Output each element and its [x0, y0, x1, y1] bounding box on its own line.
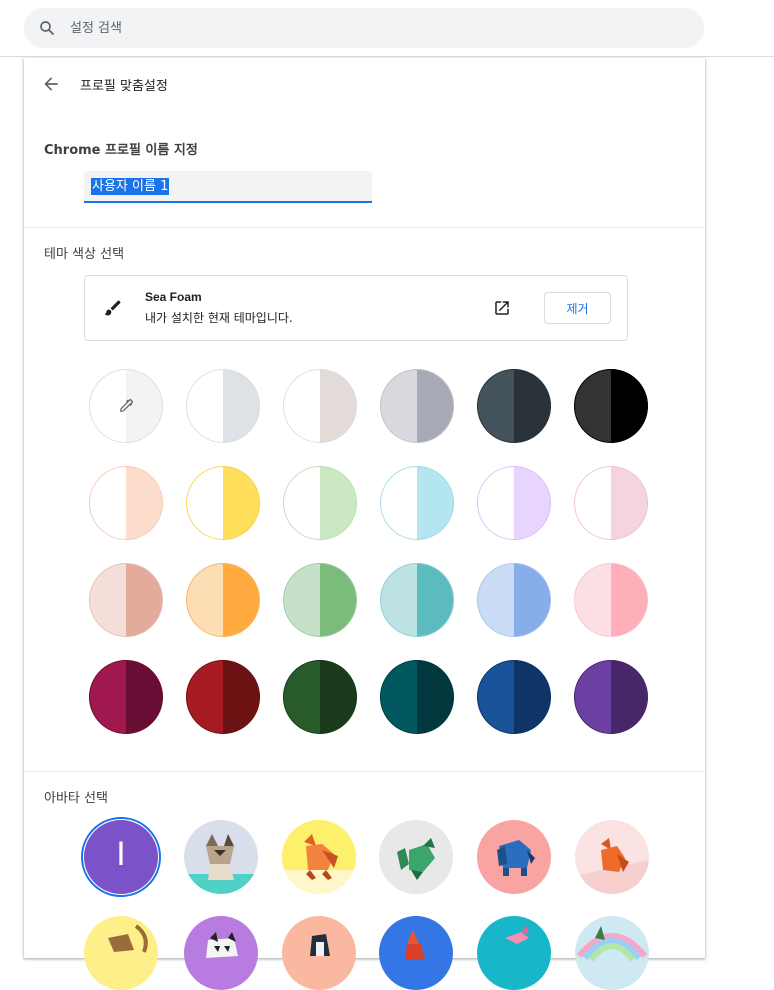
dragon-icon — [397, 838, 435, 880]
page-title: 프로필 맞춤설정 — [80, 79, 168, 94]
theme-color-swatch[interactable] — [89, 563, 163, 637]
back-arrow-icon[interactable] — [41, 74, 61, 94]
theme-color-swatch[interactable] — [574, 466, 648, 540]
swatch-border — [283, 660, 357, 734]
theme-description: 내가 설치한 현재 테마입니다. — [145, 311, 293, 325]
theme-color-swatch[interactable] — [283, 563, 357, 637]
theme-color-swatch[interactable] — [89, 369, 163, 443]
elephant-avatar[interactable] — [477, 820, 551, 894]
monkey-icon — [108, 924, 148, 953]
theme-color-label: 테마 색상 선택 — [44, 247, 125, 262]
swatch-border — [380, 660, 454, 734]
penguin-icon — [310, 934, 330, 956]
current-theme-box: Sea Foam 내가 설치한 현재 테마입니다. 제거 — [84, 275, 628, 341]
theme-color-swatch[interactable] — [89, 466, 163, 540]
avatar-label: 아바타 선택 — [44, 791, 108, 806]
swatch-border — [380, 563, 454, 637]
swatch-border — [89, 660, 163, 734]
dragon-avatar[interactable] — [379, 820, 453, 894]
theme-color-swatch[interactable] — [380, 466, 454, 540]
profile-name-input[interactable]: 사용자 이름 1 — [84, 171, 372, 203]
divider — [24, 227, 705, 228]
theme-color-swatch[interactable] — [89, 660, 163, 734]
page-header: 프로필 맞춤설정 — [24, 58, 705, 110]
avatar-initial: I — [116, 835, 126, 873]
fox-avatar[interactable] — [282, 820, 356, 894]
theme-color-swatch[interactable] — [186, 466, 260, 540]
swatch-border — [186, 563, 260, 637]
bird-icon — [405, 930, 425, 960]
rabbit-icon — [505, 926, 529, 944]
theme-color-swatch[interactable] — [283, 466, 357, 540]
swatch-border — [477, 369, 551, 443]
initial-avatar[interactable]: I — [84, 820, 158, 894]
swatch-border — [89, 466, 163, 540]
fox-icon — [282, 834, 356, 894]
theme-color-swatch[interactable] — [186, 563, 260, 637]
cat-icon — [184, 834, 258, 894]
profile-name-label: Chrome 프로필 이름 지정 — [44, 143, 198, 158]
cat-avatar[interactable] — [184, 820, 258, 894]
theme-color-swatch[interactable] — [186, 369, 260, 443]
theme-color-swatch[interactable] — [574, 563, 648, 637]
unicorn-icon — [576, 926, 648, 962]
swatch-border — [477, 660, 551, 734]
swatch-border — [380, 369, 454, 443]
theme-name: Sea Foam — [145, 290, 202, 304]
swatch-border — [380, 466, 454, 540]
swatch-border — [186, 466, 260, 540]
theme-color-swatch[interactable] — [380, 660, 454, 734]
monkey-avatar[interactable] — [84, 916, 158, 990]
fox-pink-icon — [575, 838, 649, 894]
penguin-avatar[interactable] — [282, 916, 356, 990]
theme-color-swatch[interactable] — [380, 369, 454, 443]
paintbrush-icon — [104, 300, 121, 316]
swatch-border — [477, 563, 551, 637]
theme-color-swatch[interactable] — [477, 660, 551, 734]
search-icon — [40, 21, 54, 35]
theme-color-swatch[interactable] — [380, 563, 454, 637]
swatch-border — [574, 466, 648, 540]
bird-avatar[interactable] — [379, 916, 453, 990]
theme-color-swatch[interactable] — [574, 369, 648, 443]
top-bar — [0, 0, 774, 57]
swatch-border — [283, 369, 357, 443]
swatch-border — [283, 466, 357, 540]
fox-pink-avatar[interactable] — [575, 820, 649, 894]
panda-avatar[interactable] — [184, 916, 258, 990]
unicorn-avatar[interactable] — [575, 916, 649, 990]
search-input[interactable] — [70, 16, 670, 40]
theme-color-swatch[interactable] — [477, 466, 551, 540]
eyedropper-icon — [120, 398, 134, 412]
swatch-border — [89, 563, 163, 637]
swatch-border — [477, 466, 551, 540]
swatch-border — [186, 369, 260, 443]
elephant-icon — [497, 840, 535, 876]
swatch-border — [574, 660, 648, 734]
theme-color-swatch[interactable] — [283, 369, 357, 443]
rabbit-avatar[interactable] — [477, 916, 551, 990]
theme-color-swatch[interactable] — [186, 660, 260, 734]
search-bar[interactable] — [24, 8, 704, 48]
theme-color-swatch[interactable] — [477, 369, 551, 443]
theme-color-swatch[interactable] — [283, 660, 357, 734]
panda-icon — [206, 932, 238, 958]
open-external-icon[interactable] — [493, 299, 511, 317]
swatch-border — [283, 563, 357, 637]
divider — [24, 771, 705, 772]
theme-color-swatch[interactable] — [574, 660, 648, 734]
swatch-border — [574, 563, 648, 637]
remove-theme-button[interactable]: 제거 — [544, 292, 611, 324]
theme-color-swatch[interactable] — [477, 563, 551, 637]
profile-name-value: 사용자 이름 1 — [91, 178, 170, 195]
customize-profile-card: 프로필 맞춤설정 Chrome 프로필 이름 지정 사용자 이름 1 테마 색상… — [24, 58, 705, 990]
swatch-border — [186, 660, 260, 734]
swatch-border — [574, 369, 648, 443]
